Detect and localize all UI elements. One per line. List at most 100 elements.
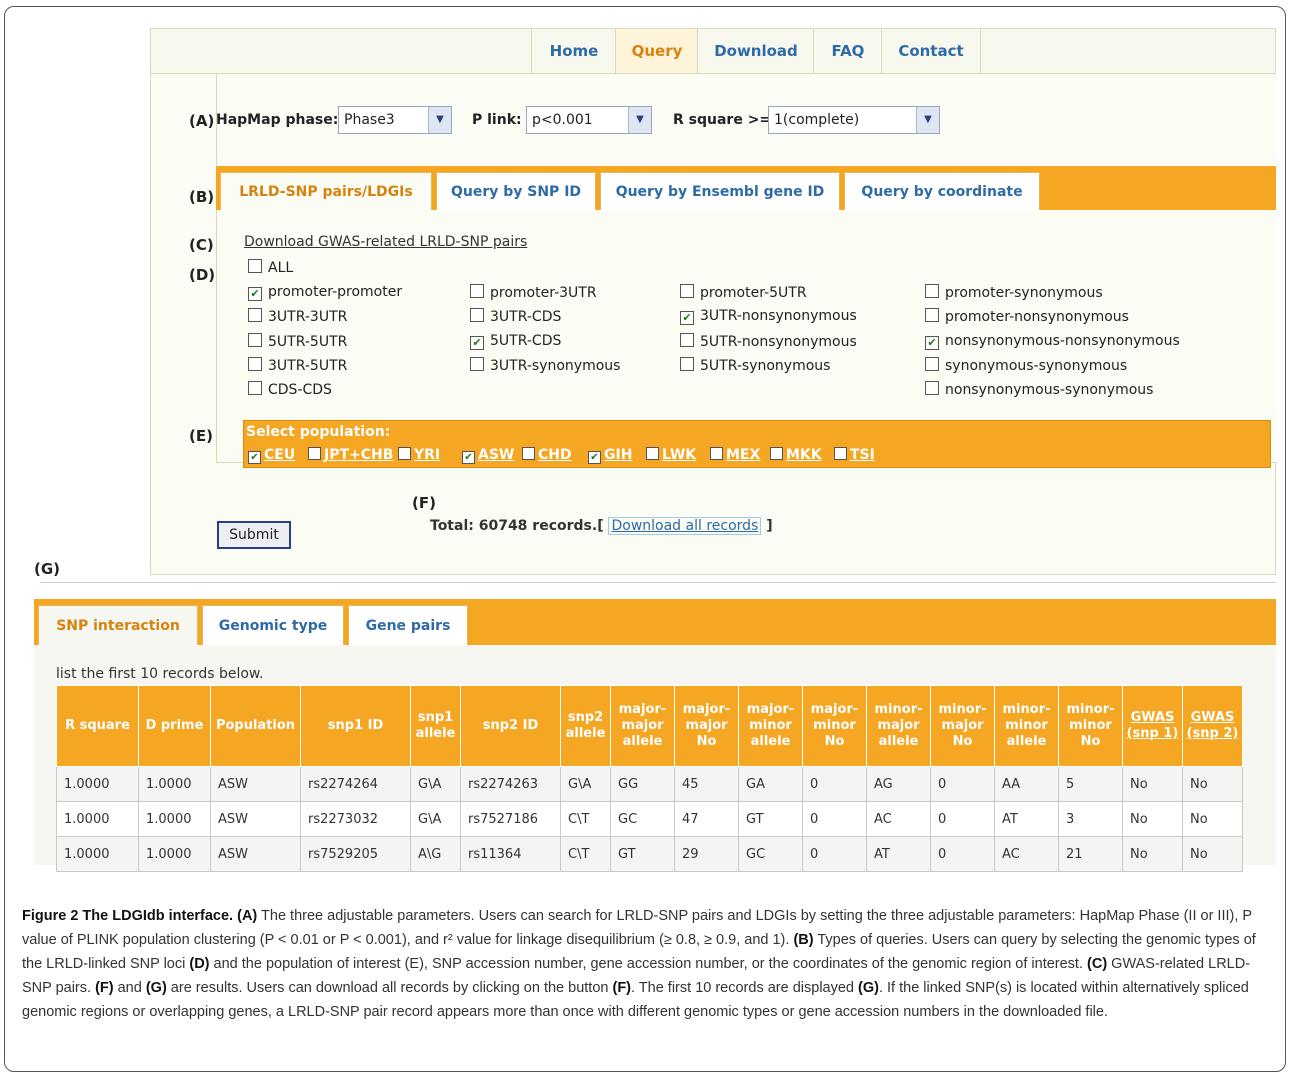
checkbox-label: 5UTR-nonsynonymous [700,334,857,350]
table-cell: G\A [410,766,461,802]
checkbox-genomic-type[interactable]: promoter-5UTR [680,284,807,301]
checkbox-genomic-type[interactable]: promoter-3UTR [470,284,597,301]
checkbox-all[interactable]: ALL [248,259,293,276]
column-header: major-major No [674,685,739,767]
checkbox-genomic-type[interactable]: ✔ 5UTR-CDS [470,333,561,350]
checkbox-genomic-type[interactable]: 3UTR-5UTR [248,357,347,374]
population-option[interactable]: LWK [646,447,696,463]
table-cell: AC [994,836,1059,872]
hapmap-select[interactable]: Phase3 ▼ [338,106,452,134]
marker-e: (E) [189,427,213,445]
table-cell: G\A [560,766,611,802]
population-title: Select population: [246,424,391,440]
table-cell: GC [738,836,803,872]
nav-faq[interactable]: FAQ [813,29,882,73]
tab-query-by-coordinate[interactable]: Query by coordinate [844,172,1040,210]
checkbox-genomic-type[interactable]: 3UTR-3UTR [248,308,347,325]
checkbox-icon [925,357,939,371]
population-label: LWK [662,447,697,463]
gwas-download-link[interactable]: Download GWAS-related LRLD-SNP pairs [244,234,527,250]
column-header-label: minor-major allele [874,702,923,749]
column-header-label: major-major allele [618,702,667,749]
population-option[interactable]: MEX [710,447,760,463]
population-option[interactable]: YRI [398,447,440,463]
table-cell: 45 [674,766,739,802]
tab-query-by-ensembl-gene-id[interactable]: Query by Ensembl gene ID [600,172,840,210]
column-header-label: GWAS (snp 1) [1126,710,1179,741]
caption-figure-title: Figure 2 The LDGIdb interface. [22,908,234,924]
checkbox-icon [770,447,783,460]
population-option[interactable]: CHD [522,447,572,463]
checkbox-genomic-type[interactable]: CDS-CDS [248,381,332,398]
table-cell: C\T [560,801,611,837]
checkbox-genomic-type[interactable]: ✔ promoter-promoter [248,284,402,301]
column-header[interactable]: GWAS (snp 2) [1182,685,1243,767]
checkbox-genomic-type[interactable]: synonymous-synonymous [925,357,1127,374]
caption-marker: (C) [1087,956,1108,972]
table-row: 1.0000 1.0000 ASW rs2273032 G\A rs7527186 C\T G… [56,801,1243,837]
download-all-records-link[interactable]: Download all records [608,517,762,535]
nav-query[interactable]: Query [615,29,698,73]
column-header[interactable]: GWAS (snp 1) [1122,685,1183,767]
population-option[interactable]: MKK [770,447,822,463]
table-cell: GG [610,766,675,802]
population-option[interactable]: JPT+CHB [308,447,393,463]
table-cell: AT [994,801,1059,837]
table-cell: ASW [210,766,301,802]
table-cell: rs2273032 [300,801,411,837]
table-cell: rs2274264 [300,766,411,802]
population-option[interactable]: ✔ GIH [588,447,632,464]
checkbox-genomic-type[interactable]: promoter-nonsynonymous [925,308,1129,325]
column-header-label: major-minor allele [746,702,795,749]
checkmark-icon: ✔ [462,451,475,464]
plink-select[interactable]: p<0.001 ▼ [526,106,652,134]
population-option[interactable]: ✔ CEU [248,447,295,464]
population-label: MKK [786,447,822,463]
checkbox-label: nonsynonymous-nonsynonymous [945,333,1180,349]
population-label: JPT+CHB [324,447,394,463]
tab-genomic-type[interactable]: Genomic type [202,605,344,645]
total-prefix: Total: 60748 records.[ [430,518,604,534]
population-option[interactable]: TSI [834,447,875,463]
nav-home[interactable]: Home [531,29,616,73]
population-label: CHD [538,447,572,463]
table-cell: rs2274263 [460,766,561,802]
checkbox-genomic-type[interactable]: 5UTR-nonsynonymous [680,333,857,350]
checkbox-icon [680,333,694,347]
checkbox-genomic-type[interactable]: 3UTR-CDS [470,308,561,325]
table-cell: 1.0000 [56,801,139,837]
chevron-down-icon: ▼ [628,107,651,133]
tab-lrld-snp-pairs[interactable]: LRLD-SNP pairs/LDGIs [220,172,432,210]
population-label: ASW [478,447,515,463]
column-header-label: snp1 ID [327,718,384,733]
checkbox-genomic-type[interactable]: ✔ nonsynonymous-nonsynonymous [925,333,1180,350]
checkbox-icon [522,447,535,460]
checkbox-genomic-type[interactable]: ✔ 3UTR-nonsynonymous [680,308,857,325]
checkbox-genomic-type[interactable]: promoter-synonymous [925,284,1103,301]
table-cell: No [1182,766,1243,802]
tab-snp-interaction[interactable]: SNP interaction [38,605,198,645]
tab-gene-pairs[interactable]: Gene pairs [348,605,468,645]
table-cell: AT [866,836,931,872]
checkbox-genomic-type[interactable]: 5UTR-5UTR [248,333,347,350]
caption-text: are results. Users can download all reco… [166,980,613,996]
tab-query-by-snp-id[interactable]: Query by SNP ID [436,172,596,210]
checkbox-genomic-type[interactable]: nonsynonymous-synonymous [925,381,1153,398]
population-option[interactable]: ✔ ASW [462,447,514,464]
column-header: minor-major allele [866,685,931,767]
checkbox-icon [248,308,262,322]
submit-button[interactable]: Submit [217,521,291,549]
checkbox-label: promoter-nonsynonymous [945,309,1129,325]
checkbox-genomic-type[interactable]: 5UTR-synonymous [680,357,830,374]
checkbox-genomic-type[interactable]: 3UTR-synonymous [470,357,620,374]
checkmark-icon: ✔ [248,287,262,301]
nav-contact[interactable]: Contact [881,29,981,73]
checkbox-icon [398,447,411,460]
column-header: minor-minor No [1058,685,1123,767]
checkmark-icon: ✔ [680,311,694,325]
rsquare-select[interactable]: 1(complete) ▼ [768,106,940,134]
nav-download[interactable]: Download [697,29,814,73]
caption-marker: (D) [189,956,210,972]
checkbox-icon [470,357,484,371]
table-cell: GA [738,766,803,802]
